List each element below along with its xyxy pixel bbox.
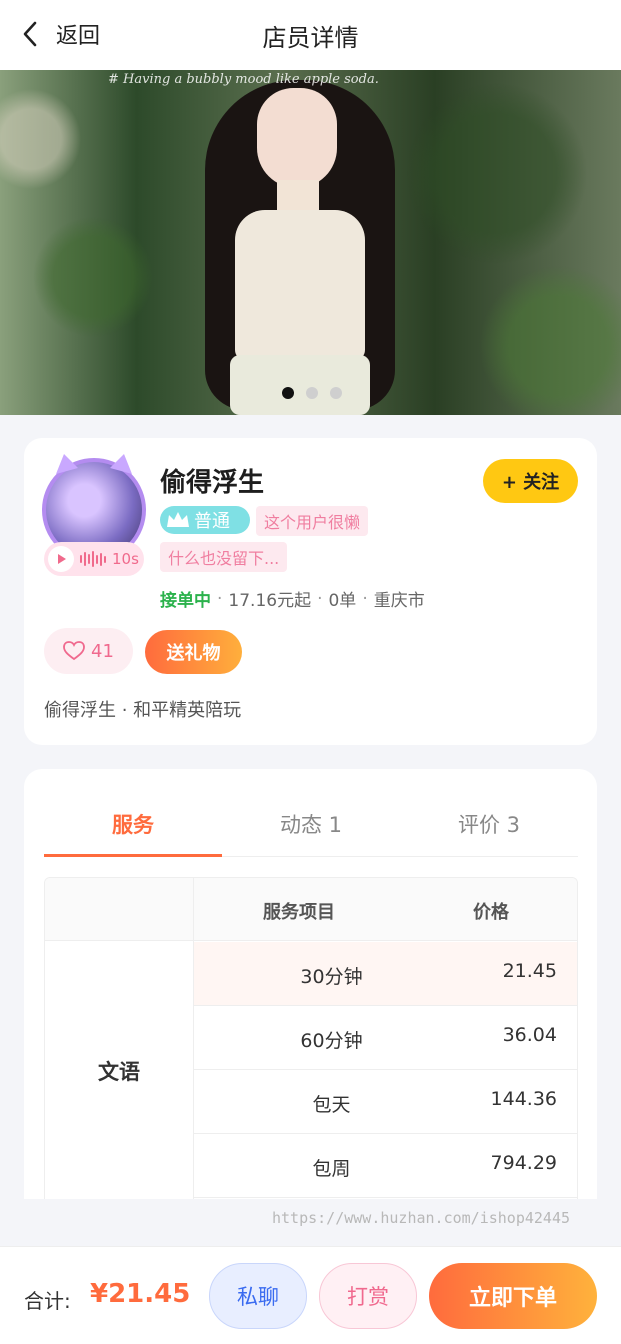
play-icon bbox=[48, 546, 74, 572]
service-item: 包周 bbox=[312, 1158, 351, 1180]
staff-meta: 接单中 · 17.16元起 · 0单 · 重庆市 bbox=[160, 586, 425, 612]
service-category: 文语 bbox=[98, 1060, 140, 1084]
table-header: 服务项目 价格 bbox=[45, 878, 577, 941]
carousel-dots bbox=[282, 387, 342, 399]
service-price: 36.04 bbox=[502, 1024, 557, 1046]
waveform-icon bbox=[80, 551, 106, 567]
avatar[interactable]: 10s bbox=[42, 454, 146, 576]
carousel-dot[interactable] bbox=[306, 387, 318, 399]
column-header-item: 服务项目 bbox=[263, 902, 335, 923]
service-item: 60分钟 bbox=[300, 1030, 363, 1052]
follow-button[interactable]: + 关注 bbox=[483, 459, 578, 503]
level-label: 普通 bbox=[194, 511, 230, 532]
table-row[interactable]: 包天 144.36 bbox=[194, 1070, 577, 1134]
profile-card: 10s 偷得浮生 + 关注 普通 这个用户很懒 什么也没留下... 接单中 · … bbox=[24, 438, 597, 745]
crown-icon bbox=[167, 512, 189, 527]
send-gift-button[interactable]: 送礼物 bbox=[145, 630, 242, 674]
service-item: 30分钟 bbox=[300, 966, 363, 988]
total-label: 合计: bbox=[24, 1289, 71, 1313]
service-table: 服务项目 价格 文语 30分钟 21.45 60分钟 36.04 包天 144.… bbox=[44, 877, 578, 1199]
profile-tags: 普通 这个用户很懒 什么也没留下... bbox=[160, 506, 460, 572]
tab-moments[interactable]: 动态 1 bbox=[222, 799, 400, 856]
level-badge: 普通 bbox=[160, 506, 250, 534]
signature-line: 什么也没留下... bbox=[160, 542, 288, 572]
price-from: 17.16元起 bbox=[228, 591, 312, 611]
photo-caption: # Having a bubbly mood like apple soda. bbox=[108, 72, 379, 87]
carousel-dot[interactable] bbox=[330, 387, 342, 399]
top-nav-bar: 返回 店员详情 bbox=[0, 0, 621, 70]
cat-ears-frame-icon bbox=[56, 454, 132, 474]
tab-services[interactable]: 服务 bbox=[44, 799, 222, 857]
page-title: 店员详情 bbox=[262, 24, 359, 52]
private-chat-button[interactable]: 私聊 bbox=[209, 1263, 307, 1329]
staff-intro: 偷得浮生 · 和平精英陪玩 bbox=[44, 700, 242, 721]
order-count: 0单 bbox=[328, 591, 357, 611]
photo-person bbox=[205, 70, 395, 415]
voice-length: 10s bbox=[112, 550, 139, 568]
staff-name: 偷得浮生 bbox=[160, 468, 265, 498]
photo-carousel[interactable]: # Having a bubbly mood like apple soda. bbox=[0, 70, 621, 415]
content-card: 服务 动态 1 评价 3 服务项目 价格 文语 30分钟 21.45 60分钟 … bbox=[24, 769, 597, 1199]
like-button[interactable]: 41 bbox=[44, 628, 133, 674]
voice-intro-button[interactable]: 10s bbox=[44, 542, 144, 576]
city: 重庆市 bbox=[373, 591, 425, 611]
table-row[interactable]: 30分钟 21.45 bbox=[194, 942, 577, 1006]
bottom-action-bar: 合计: ¥21.45 私聊 打赏 立即下单 bbox=[0, 1246, 621, 1344]
service-price: 21.45 bbox=[502, 960, 557, 982]
total-value: ¥21.45 bbox=[90, 1279, 191, 1309]
tab-reviews[interactable]: 评价 3 bbox=[400, 799, 578, 856]
signature-line: 这个用户很懒 bbox=[256, 506, 369, 536]
table-row[interactable]: 60分钟 36.04 bbox=[194, 1006, 577, 1070]
like-count: 41 bbox=[91, 640, 114, 662]
watermark: https://www.huzhan.com/ishop42445 bbox=[272, 1209, 571, 1227]
service-item: 包天 bbox=[312, 1094, 351, 1116]
status-badge: 接单中 bbox=[160, 591, 211, 611]
table-row[interactable]: 包周 794.29 bbox=[194, 1134, 577, 1198]
service-price: 144.36 bbox=[490, 1088, 557, 1110]
column-header-price: 价格 bbox=[473, 902, 509, 923]
tip-button[interactable]: 打赏 bbox=[319, 1263, 417, 1329]
service-price: 794.29 bbox=[490, 1152, 557, 1174]
heart-icon bbox=[63, 641, 85, 661]
place-order-button[interactable]: 立即下单 bbox=[429, 1263, 597, 1329]
carousel-dot[interactable] bbox=[282, 387, 294, 399]
tab-bar: 服务 动态 1 评价 3 bbox=[44, 799, 578, 857]
